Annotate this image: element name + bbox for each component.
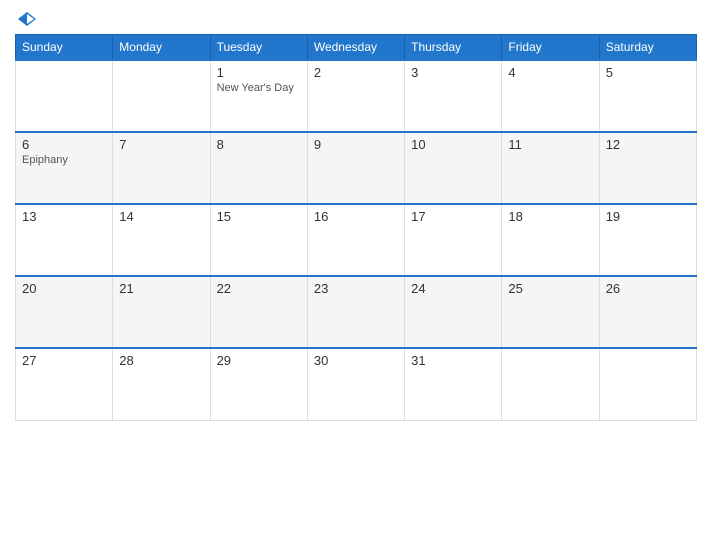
weekday-header-thursday: Thursday <box>405 35 502 61</box>
calendar-cell: 18 <box>502 204 599 276</box>
calendar-cell: 22 <box>210 276 307 348</box>
calendar-cell: 13 <box>16 204 113 276</box>
day-number: 24 <box>411 281 495 296</box>
calendar-cell: 28 <box>113 348 210 420</box>
calendar-cell: 6 Epiphany <box>16 132 113 204</box>
day-number: 26 <box>606 281 690 296</box>
day-number: 25 <box>508 281 592 296</box>
weekday-header-tuesday: Tuesday <box>210 35 307 61</box>
calendar-cell: 31 <box>405 348 502 420</box>
calendar-cell: 3 <box>405 60 502 132</box>
weekday-header-wednesday: Wednesday <box>307 35 404 61</box>
calendar-cell <box>113 60 210 132</box>
day-number: 1 <box>217 65 301 80</box>
day-number: 29 <box>217 353 301 368</box>
day-number: 12 <box>606 137 690 152</box>
day-number: 2 <box>314 65 398 80</box>
calendar-cell: 4 <box>502 60 599 132</box>
calendar-cell: 27 <box>16 348 113 420</box>
calendar-table: SundayMondayTuesdayWednesdayThursdayFrid… <box>15 34 697 421</box>
day-number: 7 <box>119 137 203 152</box>
calendar-cell <box>502 348 599 420</box>
calendar-cell: 24 <box>405 276 502 348</box>
day-number: 15 <box>217 209 301 224</box>
calendar-cell: 20 <box>16 276 113 348</box>
calendar-cell: 15 <box>210 204 307 276</box>
day-number: 16 <box>314 209 398 224</box>
day-number: 8 <box>217 137 301 152</box>
calendar-cell: 7 <box>113 132 210 204</box>
day-number: 10 <box>411 137 495 152</box>
calendar-page: SundayMondayTuesdayWednesdayThursdayFrid… <box>0 0 712 550</box>
day-number: 14 <box>119 209 203 224</box>
day-number: 22 <box>217 281 301 296</box>
calendar-cell: 19 <box>599 204 696 276</box>
calendar-cell: 14 <box>113 204 210 276</box>
day-number: 19 <box>606 209 690 224</box>
weekday-header-friday: Friday <box>502 35 599 61</box>
day-number: 5 <box>606 65 690 80</box>
calendar-cell: 11 <box>502 132 599 204</box>
calendar-cell: 21 <box>113 276 210 348</box>
holiday-name: New Year's Day <box>217 82 301 94</box>
day-number: 17 <box>411 209 495 224</box>
calendar-cell: 26 <box>599 276 696 348</box>
day-number: 3 <box>411 65 495 80</box>
calendar-cell: 2 <box>307 60 404 132</box>
day-number: 30 <box>314 353 398 368</box>
day-number: 18 <box>508 209 592 224</box>
calendar-cell: 25 <box>502 276 599 348</box>
weekday-header-row: SundayMondayTuesdayWednesdayThursdayFrid… <box>16 35 697 61</box>
calendar-cell <box>16 60 113 132</box>
calendar-cell: 1 New Year's Day <box>210 60 307 132</box>
day-number: 20 <box>22 281 106 296</box>
calendar-week-row: 1 New Year's Day 2345 <box>16 60 697 132</box>
day-number: 13 <box>22 209 106 224</box>
calendar-cell <box>599 348 696 420</box>
calendar-cell: 30 <box>307 348 404 420</box>
day-number: 21 <box>119 281 203 296</box>
day-number: 9 <box>314 137 398 152</box>
day-number: 28 <box>119 353 203 368</box>
calendar-cell: 17 <box>405 204 502 276</box>
calendar-cell: 23 <box>307 276 404 348</box>
calendar-cell: 10 <box>405 132 502 204</box>
calendar-cell: 5 <box>599 60 696 132</box>
calendar-cell: 16 <box>307 204 404 276</box>
calendar-week-row: 13 14 15 16 17 18 19 <box>16 204 697 276</box>
calendar-cell: 9 <box>307 132 404 204</box>
weekday-header-monday: Monday <box>113 35 210 61</box>
day-number: 31 <box>411 353 495 368</box>
calendar-cell: 8 <box>210 132 307 204</box>
calendar-week-row: 27 28 29 30 31 <box>16 348 697 420</box>
header <box>15 10 697 28</box>
day-number: 23 <box>314 281 398 296</box>
logo <box>15 10 38 28</box>
holiday-name: Epiphany <box>22 154 106 166</box>
calendar-cell: 29 <box>210 348 307 420</box>
day-number: 4 <box>508 65 592 80</box>
weekday-header-sunday: Sunday <box>16 35 113 61</box>
weekday-header-saturday: Saturday <box>599 35 696 61</box>
day-number: 6 <box>22 137 106 152</box>
calendar-cell: 12 <box>599 132 696 204</box>
logo-flag-icon <box>18 10 36 28</box>
calendar-week-row: 6 Epiphany 789 10 11 12 <box>16 132 697 204</box>
day-number: 11 <box>508 137 592 152</box>
day-number: 27 <box>22 353 106 368</box>
calendar-week-row: 20 21 22 23 24 25 26 <box>16 276 697 348</box>
